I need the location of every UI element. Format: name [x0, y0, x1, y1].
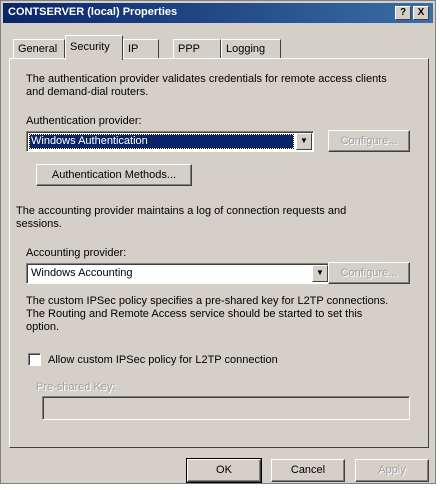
- tab-ppp[interactable]: PPP: [173, 39, 221, 59]
- auth-provider-label: Authentication provider:: [26, 115, 142, 127]
- preshared-key-field[interactable]: [42, 396, 410, 420]
- auth-configure-button[interactable]: Configure...: [328, 130, 410, 152]
- tab-logging[interactable]: Logging: [221, 39, 281, 59]
- ipsec-checkbox-label[interactable]: Allow custom IPSec policy for L2TP conne…: [48, 354, 278, 367]
- auth-methods-button[interactable]: Authentication Methods...: [36, 164, 192, 186]
- title-bar[interactable]: CONTSERVER (local) Properties ? X: [3, 3, 433, 23]
- auth-provider-value: Windows Authentication: [29, 134, 294, 149]
- accounting-description-line: sessions.: [16, 218, 62, 230]
- auth-description: The authentication provider validates cr…: [26, 73, 387, 99]
- security-panel: The authentication provider validates cr…: [9, 58, 429, 448]
- accounting-configure-button[interactable]: Configure...: [328, 262, 410, 284]
- tab-security[interactable]: Security: [65, 35, 123, 60]
- ipsec-description-line: The custom IPSec policy specifies a pre-…: [26, 295, 389, 307]
- tab-general[interactable]: General: [13, 39, 65, 59]
- close-button[interactable]: X: [413, 6, 429, 20]
- chevron-down-icon[interactable]: ▼: [296, 133, 312, 150]
- accounting-provider-label: Accounting provider:: [26, 247, 127, 259]
- auth-description-line: and demand-dial routers.: [26, 86, 149, 98]
- accounting-provider-select[interactable]: Windows Accounting ▼: [26, 263, 330, 284]
- ipsec-description-line: option.: [26, 321, 60, 333]
- ipsec-checkbox[interactable]: [28, 353, 41, 366]
- accounting-provider-value: Windows Accounting: [31, 267, 133, 279]
- help-button[interactable]: ?: [395, 6, 411, 20]
- ipsec-description: The custom IPSec policy specifies a pre-…: [26, 295, 388, 334]
- ok-button[interactable]: OK: [186, 458, 262, 483]
- properties-dialog: CONTSERVER (local) Properties ? X Genera…: [0, 0, 436, 484]
- tab-ip[interactable]: IP: [123, 39, 159, 59]
- accounting-description-line: The accounting provider maintains a log …: [16, 205, 347, 217]
- cancel-button[interactable]: Cancel: [271, 459, 345, 482]
- preshared-key-label: Pre-shared Key:: [36, 381, 116, 393]
- ipsec-description-line: The Routing and Remote Access service sh…: [26, 308, 363, 320]
- apply-button[interactable]: Apply: [355, 459, 429, 482]
- window-title: CONTSERVER (local) Properties: [8, 6, 178, 18]
- auth-provider-select[interactable]: Windows Authentication ▼: [26, 131, 314, 152]
- auth-description-line: The authentication provider validates cr…: [26, 73, 387, 85]
- chevron-down-icon[interactable]: ▼: [312, 265, 328, 282]
- accounting-description: The accounting provider maintains a log …: [16, 205, 346, 231]
